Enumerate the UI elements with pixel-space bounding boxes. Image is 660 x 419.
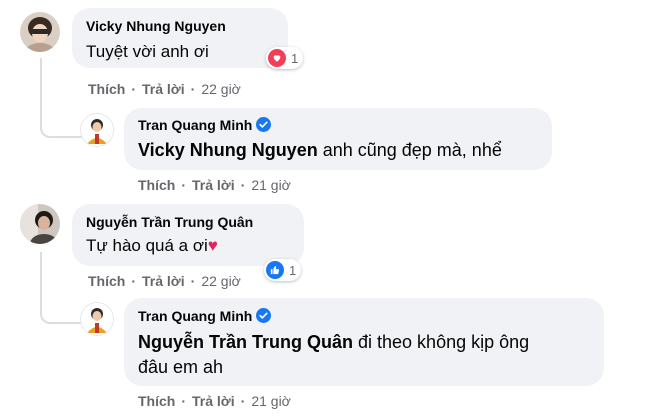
like-link[interactable]: Thích (88, 81, 125, 97)
reply-link[interactable]: Trả lời (192, 177, 235, 193)
reply-text-line2: đâu em ah (138, 357, 224, 377)
avatar[interactable] (80, 113, 114, 147)
reply-thread-line (40, 58, 82, 138)
like-link[interactable]: Thích (88, 273, 125, 289)
verified-badge-icon (256, 117, 272, 132)
timestamp[interactable]: 21 giờ (251, 177, 291, 193)
reaction-badge[interactable]: 1 (264, 259, 302, 281)
reply-text: Nguyễn Trần Trung Quân đi theo không kịp… (138, 332, 529, 353)
reply-author-name[interactable]: Tran Quang Minh (138, 308, 252, 324)
timestamp[interactable]: 22 giờ (201, 81, 241, 97)
reply-actions: Thích · Trả lời · 21 giờ (138, 393, 291, 409)
user-avatar-icon (20, 204, 60, 244)
comment-text-body: Tự hào quá a ơi (86, 236, 208, 255)
reply-author: Tran Quang Minh (138, 117, 272, 133)
avatar[interactable] (20, 12, 60, 52)
like-link[interactable]: Thích (138, 393, 175, 409)
reply-text-line1: đi theo không kịp ông (353, 332, 530, 352)
comment-author[interactable]: Vicky Nhung Nguyen (86, 18, 226, 34)
avatar[interactable] (80, 302, 114, 336)
comment-actions: Thích · Trả lời · 22 giờ (88, 273, 241, 289)
user-avatar-icon (81, 303, 113, 335)
comment-text: Tự hào quá a ơi♥ (86, 236, 218, 256)
reaction-badge[interactable]: 1 (266, 47, 304, 69)
reply-link[interactable]: Trả lời (142, 273, 185, 289)
red-heart-emoji: ♥ (207, 236, 218, 255)
reply-text: Vicky Nhung Nguyen anh cũng đẹp mà, nhể (138, 140, 502, 161)
reply-link[interactable]: Trả lời (192, 393, 235, 409)
user-avatar-icon (81, 114, 113, 146)
user-avatar-icon (20, 12, 60, 52)
reply-author: Tran Quang Minh (138, 308, 272, 324)
reply-link[interactable]: Trả lời (142, 81, 185, 97)
like-link[interactable]: Thích (138, 177, 175, 193)
heart-icon (268, 49, 286, 67)
comment-actions: Thích · Trả lời · 22 giờ (88, 81, 241, 97)
reaction-count: 1 (291, 50, 299, 66)
reaction-count: 1 (289, 262, 297, 278)
mention-link[interactable]: Nguyễn Trần Trung Quân (138, 332, 353, 352)
avatar[interactable] (20, 204, 60, 244)
verified-badge-icon (256, 308, 272, 323)
timestamp[interactable]: 21 giờ (251, 393, 291, 409)
comment-text: Tuyệt vời anh ơi (86, 42, 209, 61)
thumbs-up-icon (266, 261, 284, 279)
reply-author-name[interactable]: Tran Quang Minh (138, 117, 252, 133)
mention-link[interactable]: Vicky Nhung Nguyen (138, 140, 318, 160)
reply-text-body: anh cũng đẹp mà, nhể (317, 140, 502, 160)
reply-actions: Thích · Trả lời · 21 giờ (138, 177, 291, 193)
timestamp[interactable]: 22 giờ (201, 273, 241, 289)
comment-author[interactable]: Nguyễn Trần Trung Quân (86, 214, 253, 230)
reply-thread-line (40, 252, 82, 324)
